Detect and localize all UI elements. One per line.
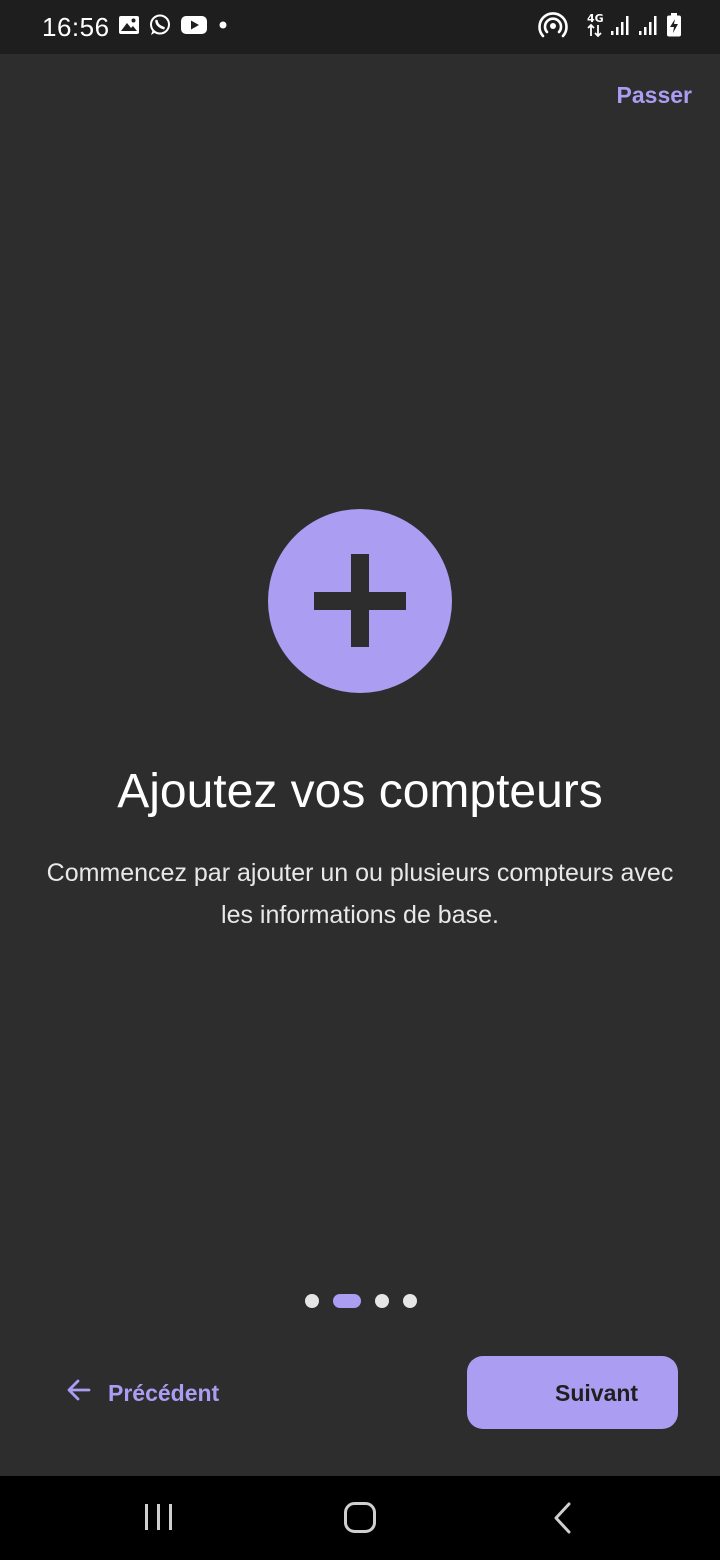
page-indicator — [0, 1293, 720, 1309]
page-dot — [374, 1294, 389, 1308]
home-icon[interactable] — [330, 1498, 390, 1538]
status-time: 16:56 — [42, 12, 110, 42]
back-icon[interactable] — [532, 1498, 592, 1538]
page-dot-active — [332, 1294, 361, 1308]
onboarding-title: Ajoutez vos compteurs — [117, 765, 603, 818]
battery-charging-icon — [666, 12, 682, 43]
onboarding-screen: 16:56 4G Passer Ajoutez vos compteurs Co… — [0, 0, 720, 1560]
youtube-icon — [180, 14, 208, 41]
svg-text:4G: 4G — [587, 12, 604, 25]
page-dot — [402, 1294, 417, 1308]
recents-icon[interactable] — [128, 1498, 188, 1538]
signal-icon — [638, 13, 660, 42]
gallery-icon — [118, 15, 140, 40]
dot-icon — [216, 18, 230, 37]
plus-icon — [268, 509, 452, 693]
plus-icon-horizontal-bar — [314, 592, 406, 610]
previous-button-label: Précédent — [108, 1379, 220, 1406]
next-button-label: Suivant — [555, 1380, 639, 1406]
hotspot-icon — [538, 11, 568, 44]
arrow-left-icon — [66, 1377, 92, 1409]
next-button[interactable]: Suivant — [467, 1356, 678, 1429]
status-bar: 16:56 4G — [0, 0, 720, 54]
signal-icon — [610, 13, 632, 42]
whatsapp-icon — [148, 13, 172, 42]
notification-icons — [118, 14, 230, 40]
system-icons: 4G — [538, 11, 682, 44]
skip-button[interactable]: Passer — [617, 82, 692, 109]
previous-button[interactable]: Précédent — [66, 1366, 219, 1420]
navigation-bar — [0, 1476, 720, 1560]
4g-icon: 4G — [586, 11, 604, 44]
onboarding-description: Commencez par ajouter un ou plusieurs co… — [46, 859, 674, 929]
page-dot — [304, 1294, 319, 1308]
